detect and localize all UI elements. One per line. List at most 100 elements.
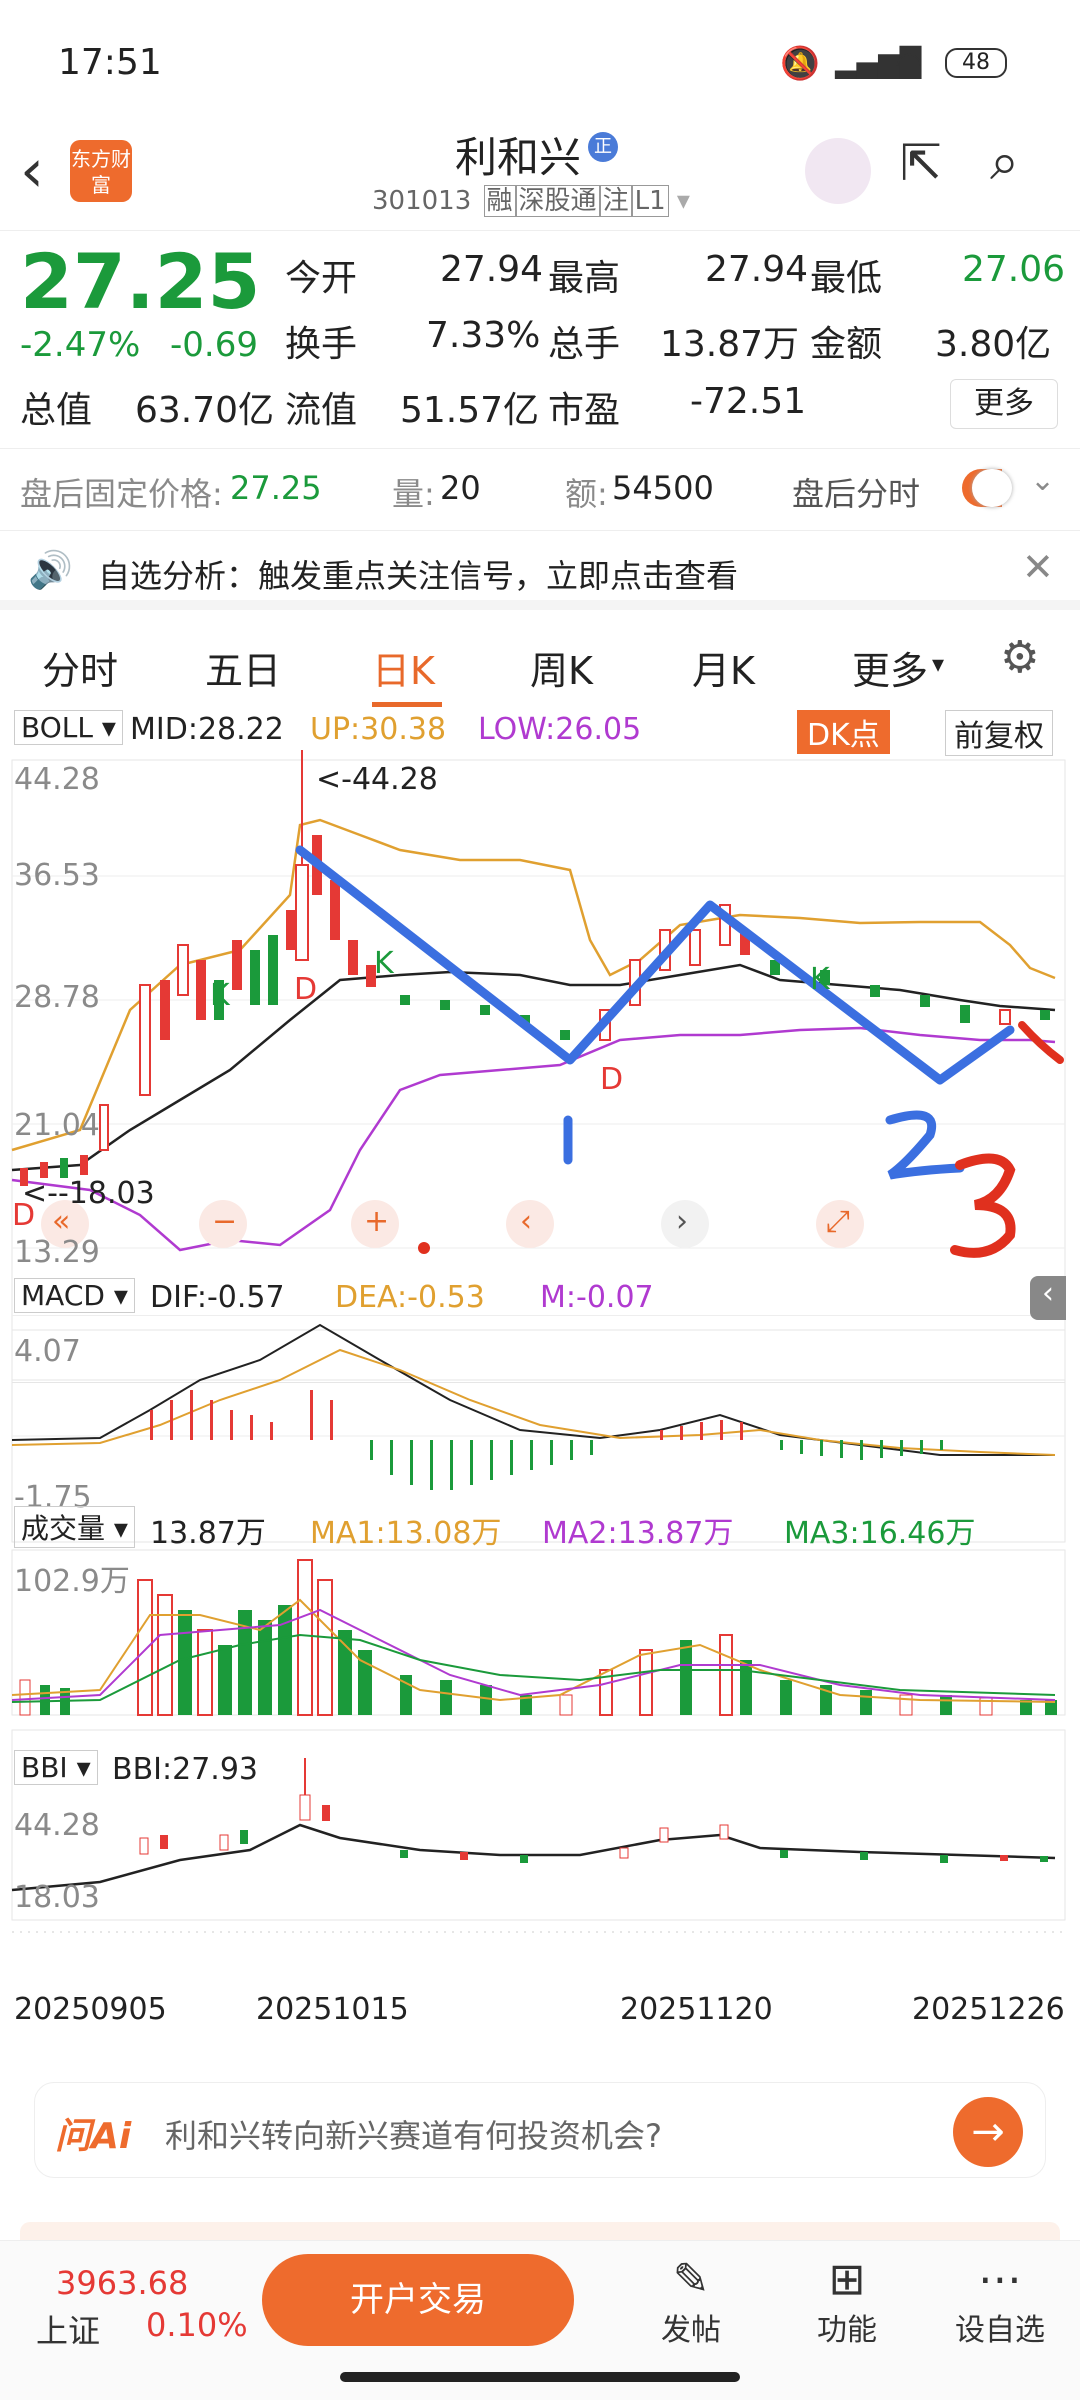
signal-notice[interactable]: 🔊 自选分析：触发重点关注信号，立即点击查看 ✕ xyxy=(0,530,1080,610)
date-label-4: 20251226 xyxy=(912,1992,1065,2027)
side-panel-toggle-icon[interactable]: ‹ xyxy=(1030,1276,1066,1320)
stock-header: ‹ 东方财富 利和兴 正 301013 融深股通注 L1 ▾ ⇱ ⌕ xyxy=(0,120,1080,230)
functions-button[interactable]: ⊞ 功能 xyxy=(792,2254,902,2349)
candle xyxy=(440,1000,450,1010)
candle xyxy=(480,1005,490,1015)
expand-icon: ⤢ xyxy=(826,1204,850,1239)
tab-intraday[interactable]: 分时 xyxy=(42,640,118,695)
minus-icon: − xyxy=(212,1204,238,1239)
candle xyxy=(60,1158,68,1178)
change-value: -0.69 xyxy=(170,325,258,365)
period-tabs: 分时 五日 日K 周K 月K 更多 ▾ ⚙ xyxy=(0,620,1080,710)
plus-icon: + xyxy=(364,1204,390,1239)
settings-gear-icon[interactable]: ⚙ xyxy=(1000,632,1039,683)
stat-label-high: 最高 xyxy=(548,258,621,299)
dk-point-button[interactable]: DK点 xyxy=(797,710,890,754)
marker-d-2: D xyxy=(600,1062,624,1097)
volume-value: 13.87万 xyxy=(150,1516,266,1551)
tab-monthly[interactable]: 月K xyxy=(692,640,755,695)
verified-icon: 正 xyxy=(588,132,618,162)
stock-code: 301013 xyxy=(372,186,472,216)
toggle-knob xyxy=(972,469,1012,507)
status-bar: 17:51 🔕 ▂▄▆█ ◠ 48 xyxy=(0,0,1080,120)
boll-up: UP:30.38 xyxy=(310,712,447,747)
boll-low: LOW:26.05 xyxy=(478,712,642,747)
candle xyxy=(400,995,410,1005)
macd-name: MACD xyxy=(21,1279,105,1312)
app-logo[interactable]: 东方财富 xyxy=(70,140,132,202)
tab-more[interactable]: 更多 xyxy=(852,640,928,695)
candle xyxy=(920,995,930,1007)
wifi-icon: ◠ xyxy=(895,44,923,82)
promo-strip xyxy=(20,2222,1060,2240)
tag-level: L1 xyxy=(631,185,669,217)
stat-label-low: 最低 xyxy=(810,258,883,299)
watchlist-label: 设自选 xyxy=(955,2313,1045,2348)
candle xyxy=(80,1155,88,1175)
stat-value-amount: 3.80亿 xyxy=(935,324,1052,365)
tab-5day[interactable]: 五日 xyxy=(205,640,281,695)
back-icon[interactable]: ‹ xyxy=(20,136,44,206)
macd-y-high: 4.07 xyxy=(14,1334,81,1369)
macd-m: M:-0.07 xyxy=(540,1280,654,1315)
marker-k-2: K xyxy=(374,946,394,981)
volume-ma2: MA2:13.87万 xyxy=(542,1516,734,1551)
boll-mid: MID:28.22 xyxy=(130,712,284,747)
candle xyxy=(348,940,358,975)
candle xyxy=(560,1030,570,1040)
stat-label-open: 今开 xyxy=(285,258,358,299)
quote-panel: 27.25 -2.47% -0.69 今开 27.94 最高 27.94 最低 … xyxy=(0,230,1080,445)
stat-value-mktcap: 63.70亿 xyxy=(135,390,275,431)
candle xyxy=(177,944,189,996)
index-name[interactable]: 上证 xyxy=(36,2306,100,2352)
indicator-select-macd[interactable]: MACD ▾ xyxy=(14,1278,135,1313)
stat-label-float: 流值 xyxy=(285,390,358,431)
more-button[interactable]: 更多 xyxy=(950,379,1058,429)
open-account-trade-button[interactable]: 开户交易 xyxy=(262,2254,574,2346)
dropdown-icon[interactable]: ▾ xyxy=(677,186,690,216)
index-change[interactable]: 0.10% xyxy=(146,2306,248,2344)
marker-d-1: D xyxy=(294,972,318,1007)
stock-name: 利和兴 xyxy=(455,133,582,182)
tab-daily[interactable]: 日K xyxy=(372,640,435,695)
indicator-select-boll[interactable]: BOLL ▾ xyxy=(14,710,123,745)
search-icon[interactable]: ⌕ xyxy=(990,132,1019,193)
chevron-down-icon[interactable]: ⌄ xyxy=(1030,463,1055,498)
arrow-right-icon[interactable]: → xyxy=(953,2097,1023,2167)
indicator-select-volume[interactable]: 成交量 ▾ xyxy=(14,1506,135,1548)
macd-dea: DEA:-0.53 xyxy=(335,1280,485,1315)
close-icon[interactable]: ✕ xyxy=(1022,545,1054,589)
bbi-line xyxy=(11,1823,1056,1892)
ask-ai-bar[interactable]: 问Ai 利和兴转向新兴赛道有何投资机会? → xyxy=(34,2082,1046,2178)
ask-text: 利和兴转向新兴赛道有何投资机会? xyxy=(165,2117,662,2155)
tab-more-caret-icon: ▾ xyxy=(932,650,945,678)
bbi-candles xyxy=(139,1758,1048,1863)
add-watchlist-button[interactable]: ⋯ 设自选 xyxy=(945,2254,1055,2349)
candle xyxy=(99,1104,109,1151)
stat-value-float: 51.57亿 xyxy=(400,390,540,431)
afterhours-price-label: 盘后固定价格: xyxy=(20,475,223,513)
date-label-3: 20251120 xyxy=(620,1992,773,2027)
volume-name: 成交量 xyxy=(21,1512,106,1545)
stat-label-volume: 总手 xyxy=(548,324,621,365)
bbi-y-low: 18.03 xyxy=(14,1880,100,1915)
share-icon[interactable]: ⇱ xyxy=(900,134,942,192)
handdrawn-trend-line xyxy=(295,845,1015,1085)
post-button[interactable]: ✎ 发帖 xyxy=(636,2254,746,2349)
tab-weekly[interactable]: 周K xyxy=(530,640,593,695)
chart-controls xyxy=(41,1200,864,1254)
candle xyxy=(286,910,296,950)
robot-avatar-icon[interactable] xyxy=(805,138,871,204)
speaker-icon: 🔊 xyxy=(28,550,73,591)
kline-chart-area[interactable]: BOLL ▾ MID:28.22 UP:30.38 LOW:26.05 DK点 … xyxy=(0,710,1080,2050)
macd-top-line xyxy=(12,1382,1065,1383)
stat-label-amount: 金额 xyxy=(810,324,883,365)
change-pct: -2.47% xyxy=(20,325,141,365)
functions-label: 功能 xyxy=(817,2313,877,2348)
indicator-select-bbi[interactable]: BBI ▾ xyxy=(14,1750,98,1785)
tag-margin: 融 xyxy=(483,185,516,217)
candle xyxy=(268,935,278,1005)
index-value[interactable]: 3963.68 xyxy=(56,2264,188,2302)
date-label-2: 20251015 xyxy=(256,1992,409,2027)
adjust-button[interactable]: 前复权 xyxy=(945,710,1053,756)
